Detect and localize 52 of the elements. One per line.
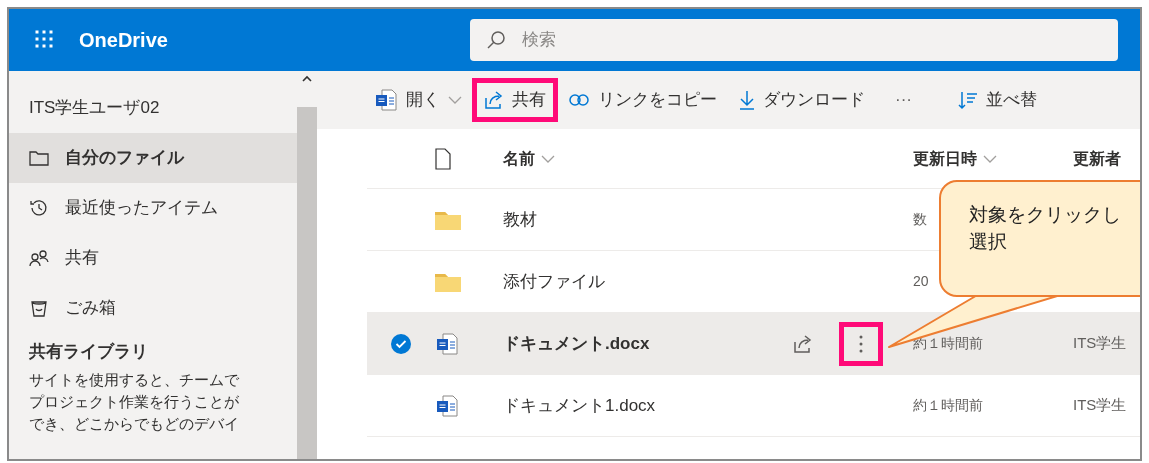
file-row[interactable]: ドキュメント1.docx 約１時間前 ITS学生 — [367, 375, 1140, 437]
sidebar-item[interactable]: 最近使ったアイテム — [9, 182, 297, 233]
link-icon — [568, 92, 590, 108]
column-header[interactable]: 更新者 — [1073, 149, 1121, 167]
section-title: 共有ライブラリ — [28, 340, 149, 363]
download-icon — [739, 90, 755, 110]
word-icon — [435, 394, 459, 419]
caret-icon — [448, 95, 462, 105]
modifier-name: ITS学生 — [1073, 333, 1127, 354]
caret-icon — [541, 153, 555, 164]
sidebar-item[interactable]: ごみ箱 — [9, 282, 297, 333]
modified-date: 数 — [913, 211, 927, 227]
caret-icon — [983, 153, 997, 164]
app-launcher-icon[interactable] — [35, 30, 55, 50]
column-header[interactable]: 名前 — [503, 146, 535, 171]
sidebar-item[interactable]: 自分のファイル — [9, 132, 297, 183]
search-icon — [486, 30, 506, 50]
people-icon — [29, 247, 49, 268]
toolbar-more-button[interactable]: ··· — [888, 83, 919, 117]
toolbar-share-button[interactable]: 共有 — [477, 83, 553, 117]
file-name[interactable]: ドキュメント.docx — [503, 330, 793, 357]
column-header[interactable]: 更新日時 — [913, 146, 977, 171]
check-circle-icon[interactable] — [391, 333, 411, 354]
word-icon — [435, 332, 459, 357]
share-icon — [484, 90, 504, 110]
toolbar-open-button[interactable]: 開く — [367, 83, 469, 117]
modified-date: 約１時間前 — [913, 397, 983, 413]
clock-icon — [29, 197, 49, 218]
user-name: ITS学生ユーザ02 — [28, 97, 161, 119]
description-text: サイトを使用すると、チームでプロジェクト作業を行うことができ、どこからでもどのデバイ — [29, 371, 240, 434]
folder-icon — [435, 210, 461, 231]
folder-icon — [435, 272, 461, 293]
search-placeholder: 検索 — [522, 29, 556, 52]
toolbar-download-button[interactable]: ダウンロード — [732, 83, 872, 117]
callout-tooltip: 対象をクリックし 選択 — [939, 180, 1140, 297]
sidebar-item[interactable]: 共有 — [9, 232, 297, 283]
toolbar-sort-button[interactable]: 並べ替 — [951, 83, 1044, 117]
file-name[interactable]: ドキュメント1.docx — [503, 392, 793, 419]
file-name[interactable]: 教材 — [503, 206, 793, 233]
toolbar-link-button[interactable]: リンクをコピー — [561, 83, 724, 117]
more-icon — [859, 334, 863, 353]
app-title: OneDrive — [79, 28, 168, 53]
scroll-up-icon[interactable] — [302, 75, 312, 83]
sort-icon — [958, 90, 978, 110]
modifier-name: ITS学生 — [1073, 395, 1127, 416]
file-name[interactable]: 添付ファイル — [503, 268, 793, 295]
more-button[interactable] — [839, 321, 883, 366]
word-icon — [374, 88, 398, 112]
share-icon — [793, 333, 813, 354]
modified-date: 20 — [913, 273, 929, 289]
file-type-icon — [435, 148, 451, 171]
folder-icon — [29, 148, 49, 167]
